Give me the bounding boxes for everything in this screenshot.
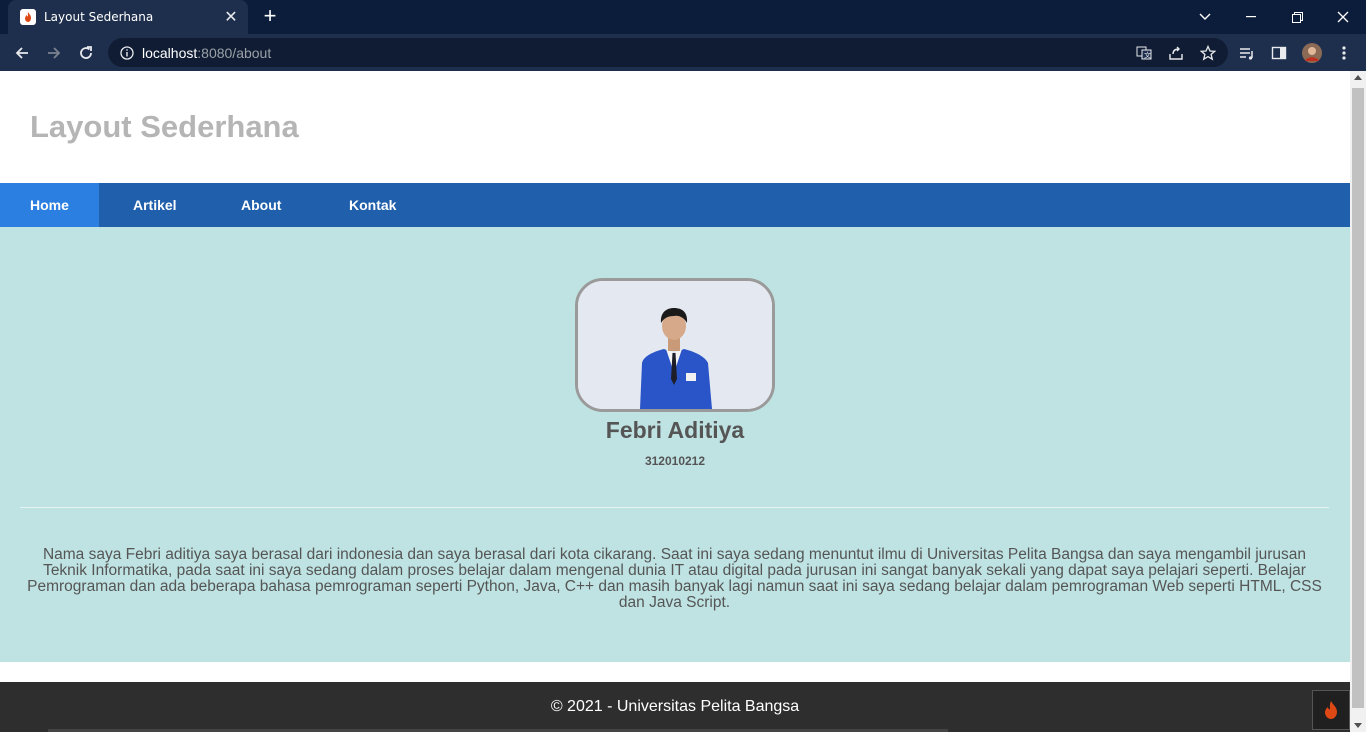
footer-copyright: © 2021 - Universitas Pelita Bangsa <box>550 698 800 715</box>
forward-icon[interactable] <box>41 40 67 66</box>
browser-tab[interactable]: Layout Sederhana ✕ <box>8 0 248 34</box>
browser-toolbar: localhost:8080/about 文 <box>0 34 1366 71</box>
nav-item-about[interactable]: About <box>207 183 315 227</box>
profile-photo <box>575 278 775 412</box>
translate-icon[interactable]: 文 <box>1133 42 1155 64</box>
minimize-icon[interactable] <box>1228 0 1274 34</box>
star-icon[interactable] <box>1197 42 1219 64</box>
site-header: Layout Sederhana <box>0 71 1350 183</box>
info-icon[interactable] <box>120 45 134 60</box>
url-host: localhost <box>142 44 198 61</box>
restore-icon[interactable] <box>1274 0 1320 34</box>
sidebar-icon[interactable] <box>1268 42 1290 64</box>
more-icon[interactable] <box>1333 42 1355 64</box>
nav-item-artikel[interactable]: Artikel <box>99 183 207 227</box>
chevron-down-icon[interactable] <box>1182 0 1228 34</box>
scroll-up-arrow-icon[interactable] <box>1354 75 1362 80</box>
nav-item-home[interactable]: Home <box>0 183 99 227</box>
svg-text:文: 文 <box>1144 51 1151 60</box>
debug-toolbar-flame-icon[interactable] <box>1312 690 1350 730</box>
address-bar[interactable]: localhost:8080/about <box>108 38 1228 67</box>
profile-name: Febri Aditiya <box>605 417 745 443</box>
flame-icon <box>20 9 36 25</box>
share-icon[interactable] <box>1165 42 1187 64</box>
nav-item-kontak[interactable]: Kontak <box>315 183 423 227</box>
scroll-down-arrow-icon[interactable] <box>1354 723 1362 728</box>
url-path: :8080/about <box>197 44 272 61</box>
about-content: Febri Aditiya 312010212 Nama saya Febri … <box>0 227 1350 662</box>
divider <box>20 507 1329 508</box>
new-tab-button[interactable]: + <box>258 5 282 29</box>
tab-title: Layout Sederhana <box>44 10 154 24</box>
back-icon[interactable] <box>9 40 35 66</box>
spacer <box>0 662 1350 682</box>
vertical-scrollbar[interactable] <box>1350 71 1366 732</box>
web-page: Layout Sederhana Home Artikel About Kont… <box>0 71 1350 732</box>
close-icon[interactable]: ✕ <box>220 6 242 28</box>
site-title: Layout Sederhana <box>30 109 299 144</box>
window-close-icon[interactable] <box>1320 0 1366 34</box>
main-navbar: Home Artikel About Kontak <box>0 183 1350 227</box>
profile-bio: Nama saya Febri aditiya saya berasal dar… <box>27 546 1322 611</box>
playlist-icon[interactable] <box>1236 42 1258 64</box>
site-footer: © 2021 - Universitas Pelita Bangsa <box>0 682 1350 732</box>
avatar[interactable] <box>1301 42 1323 64</box>
reload-icon[interactable] <box>73 40 99 66</box>
scroll-thumb[interactable] <box>1352 88 1364 708</box>
profile-nim: 312010212 <box>644 454 706 468</box>
browser-titlebar: Layout Sederhana ✕ + <box>0 0 1366 34</box>
